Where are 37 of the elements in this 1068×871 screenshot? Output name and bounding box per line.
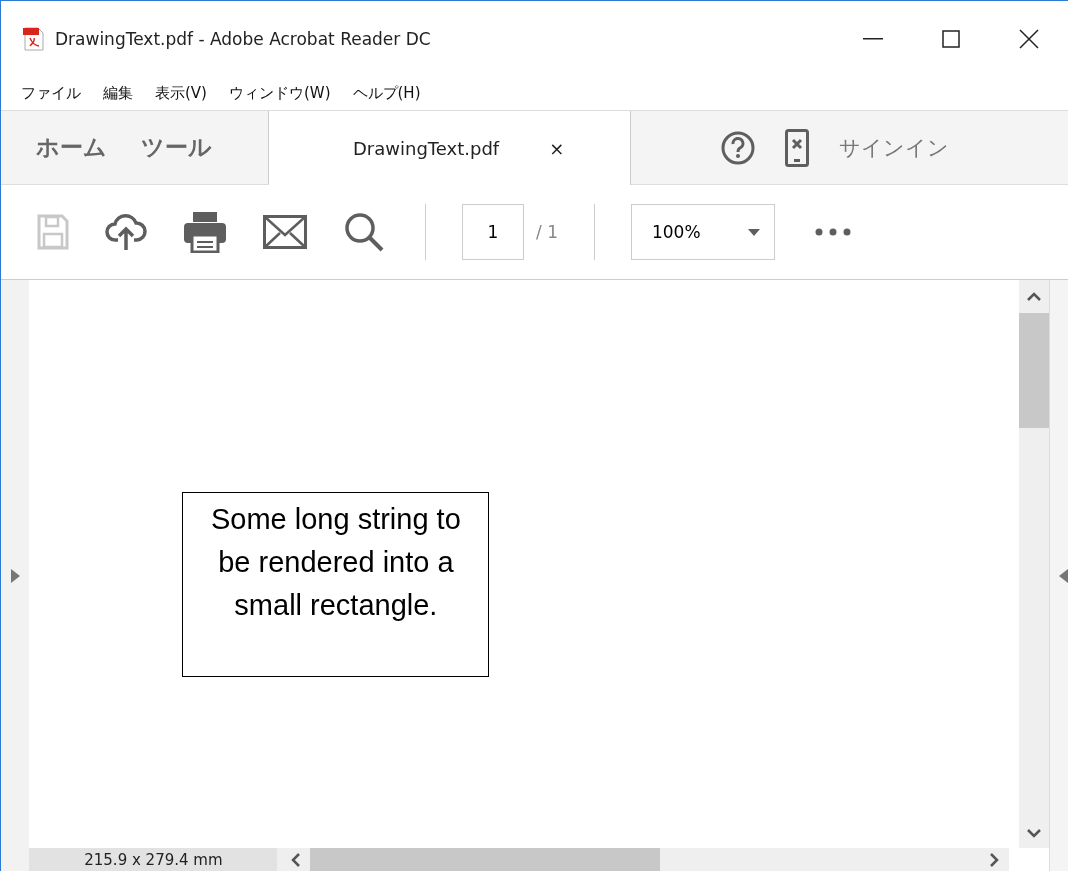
scroll-up-icon[interactable] [1027, 292, 1042, 301]
print-icon[interactable] [183, 211, 227, 253]
menu-item[interactable]: ウィンドウ(W) [228, 84, 331, 103]
page-number-field[interactable]: 1 [462, 204, 524, 260]
close-icon[interactable] [1019, 29, 1039, 49]
mail-icon[interactable] [263, 215, 307, 249]
collapse-arrow-icon[interactable] [1059, 568, 1068, 583]
cloud-upload-icon[interactable] [105, 212, 147, 252]
menu-item[interactable]: 表示(V) [155, 84, 207, 103]
page-size-label: 215.9 x 279.4 mm [29, 848, 278, 871]
page-total: / 1 [536, 222, 558, 242]
tab-label: DrawingText.pdf [353, 137, 500, 159]
window-title: DrawingText.pdf - Adobe Acrobat Reader DC [55, 29, 432, 49]
minimize-icon[interactable] [863, 38, 883, 40]
text-box: Some long string to be rendered into a small rectangle. [182, 492, 490, 677]
caret-icon [747, 228, 760, 236]
help-icon[interactable] [721, 130, 755, 165]
menu-item[interactable]: ファイル [21, 84, 81, 103]
tab-close-button[interactable]: × [549, 137, 565, 159]
scrollbar-thumb[interactable] [310, 848, 661, 871]
scrollbar-thumb[interactable] [1019, 313, 1050, 428]
scroll-down-icon[interactable] [1027, 829, 1042, 838]
scroll-left-icon[interactable] [291, 852, 301, 867]
menu-item[interactable]: ヘルプ(H) [352, 84, 421, 103]
maximize-icon[interactable] [942, 30, 960, 48]
zoom-dropdown[interactable]: 100% [630, 204, 775, 260]
mobile-device-icon[interactable] [785, 128, 809, 167]
sign-in-link[interactable]: サインイン [839, 133, 949, 162]
nav-tab[interactable]: ホーム [23, 111, 120, 184]
menu-item[interactable]: 編集 [103, 84, 133, 103]
more-icon[interactable] [814, 228, 851, 236]
document-tab[interactable]: DrawingText.pdf × [269, 111, 631, 185]
search-icon[interactable] [343, 211, 385, 253]
expand-arrow-icon[interactable] [10, 568, 20, 583]
nav-tab[interactable]: ツール [128, 111, 225, 184]
scroll-right-icon[interactable] [990, 852, 1000, 867]
pdf-file-icon [23, 27, 45, 51]
